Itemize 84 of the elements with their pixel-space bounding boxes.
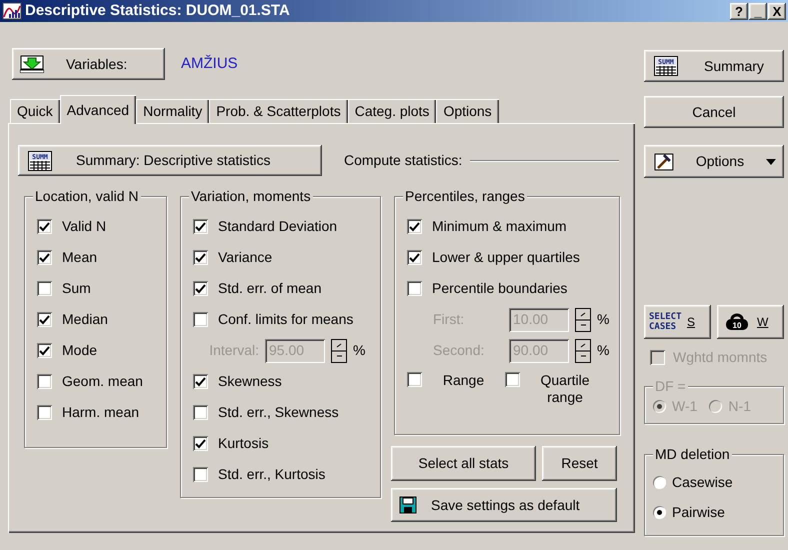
radio-label: Pairwise [672,504,725,520]
help-button[interactable]: ? [730,2,748,20]
window-title: Descriptive Statistics: DUOM_01.STA [25,2,290,20]
checkbox-label: Std. err., Kurtosis [218,466,326,483]
checkbox[interactable] [193,436,208,451]
checkbox[interactable] [37,343,52,358]
spin-arrows-icon[interactable] [331,338,347,362]
checkbox[interactable] [37,281,52,296]
minimize-button[interactable]: _ [749,2,767,20]
spin-arrows-icon[interactable] [575,338,591,362]
variables-button[interactable]: Variables: [12,48,165,80]
group-title: Variation, moments [189,188,313,204]
tab[interactable]: Prob. & Scatterplots [209,99,348,124]
checkbox-label: Harm. mean [62,404,140,421]
spin-arrows-icon[interactable] [575,308,591,332]
spin-label: First: [432,311,466,328]
radio-button[interactable] [653,476,666,488]
checkbox[interactable] [37,250,52,265]
checkbox[interactable] [505,372,520,387]
checkbox-label: Mean [62,249,98,266]
checkbox-label: Std. err., Skewness [218,404,339,421]
options-button[interactable]: Options [644,145,784,178]
checkbox-label: Sum [62,280,91,297]
checkbox[interactable] [37,374,52,389]
checkbox-label: Conf. limits for means [218,311,354,328]
checkbox-label: Standard Deviation [218,218,338,235]
checkbox-label: Kurtosis [218,435,269,452]
weight-button[interactable]: 10 W [717,305,784,339]
tab[interactable]: Categ. plots [348,99,436,124]
checkbox[interactable] [37,312,52,327]
checkbox-label: Geom. mean [62,373,143,390]
tab[interactable]: Normality [136,99,210,124]
compute-label: Compute statistics: [344,152,462,169]
checkbox-label: Percentile boundaries [432,280,568,297]
checkbox[interactable] [407,281,422,296]
close-button[interactable]: X [768,2,786,20]
spin-label: Second: [432,342,486,359]
checkbox[interactable] [37,219,52,234]
group-title: Location, valid N [33,188,141,204]
tab[interactable]: Quick [10,99,60,124]
checkbox[interactable] [407,372,422,387]
radio-label: Casewise [672,474,733,490]
radio-label: W-1 [672,398,698,414]
checkbox-label: Variance [218,249,272,266]
unit-label: % [597,311,610,328]
checkbox-label: Lower & upper quartiles [432,249,580,266]
radio-label: N-1 [728,398,751,414]
down-arrow-icon [20,55,44,73]
caret-icon [766,158,776,164]
checkbox[interactable] [193,467,208,482]
hammer-icon [654,152,674,170]
checkbox[interactable] [193,374,208,389]
cancel-button[interactable]: Cancel [644,96,784,128]
checkbox[interactable] [407,250,422,265]
group-title: MD deletion [653,446,732,462]
unit-label: % [353,342,366,359]
checkbox[interactable] [407,219,422,234]
checkbox-label: Wghtd momnts [673,349,768,366]
group-title: DF = [653,378,688,394]
checkbox[interactable] [193,250,208,265]
variable-name: AMŽIUS [181,55,238,73]
checkbox[interactable] [193,312,208,327]
checkbox-label: Valid N [62,218,106,235]
unit-label: % [597,342,610,359]
radio-button[interactable] [653,506,666,518]
checkbox[interactable] [193,405,208,420]
chart-icon [2,2,22,20]
checkbox[interactable] [37,405,52,420]
tab[interactable]: Advanced [60,95,136,124]
save-defaults-button[interactable]: Save settings as default [391,488,617,522]
checkbox-label: Range [442,372,486,389]
tab[interactable]: Options [436,99,499,124]
reset-button[interactable]: Reset [542,446,617,481]
checkbox-label: Minimum & maximum [432,218,567,235]
spin-label: Interval: [208,342,259,359]
group-title: Percentiles, ranges [403,188,527,204]
checkbox[interactable] [193,219,208,234]
checkbox-label: Median [62,311,108,328]
checkbox-label: Quartile range [539,372,591,406]
checkbox-label: Mode [62,342,98,359]
select-all-button[interactable]: Select all stats [391,446,536,481]
checkbox-label: Std. err. of mean [218,280,322,297]
checkbox[interactable] [193,281,208,296]
checkbox-label: Skewness [218,373,282,390]
